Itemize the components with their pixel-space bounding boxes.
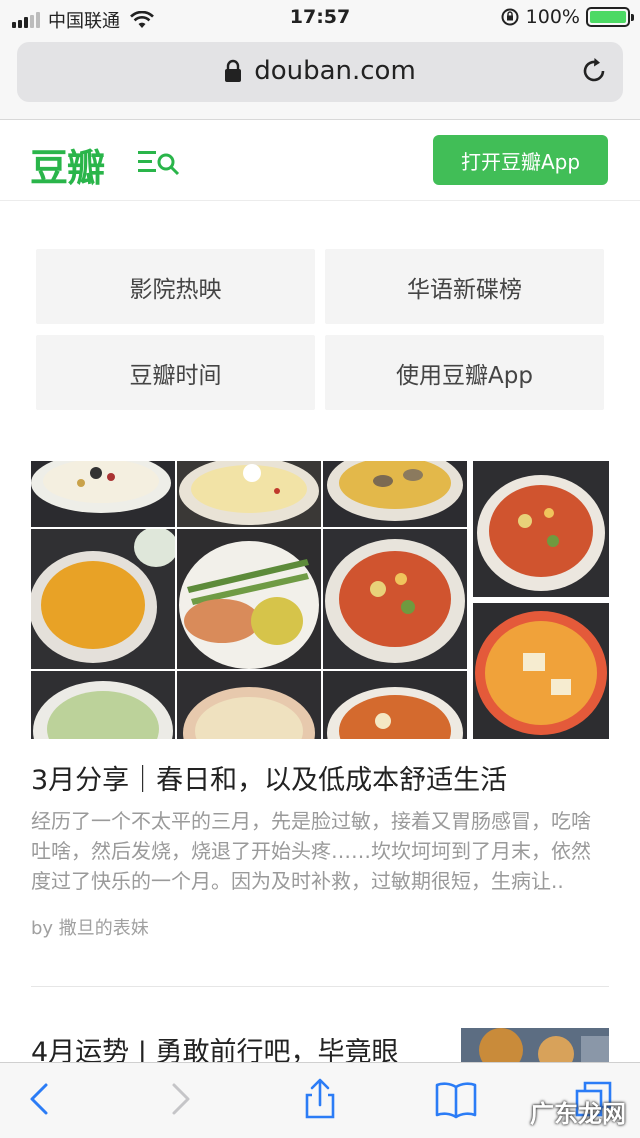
reload-icon[interactable] (579, 56, 609, 86)
battery-icon (586, 7, 634, 27)
url-text: douban.com (254, 56, 416, 86)
share-icon[interactable] (298, 1077, 342, 1121)
nav-item-cinema[interactable]: 影院热映 (36, 249, 315, 324)
quick-nav: 影院热映 华语新碟榜 豆瓣时间 使用豆瓣App (36, 249, 606, 411)
food-photo (177, 461, 321, 527)
food-photo (31, 671, 175, 739)
food-photo (323, 529, 467, 669)
site-watermark: 广东龙网 (530, 1100, 626, 1128)
nav-item-douban-time[interactable]: 豆瓣时间 (36, 335, 315, 410)
food-photo (177, 529, 321, 669)
menu-search-icon[interactable] (136, 147, 182, 177)
food-photo (31, 529, 175, 669)
forward-arrow-icon[interactable] (158, 1077, 202, 1121)
nav-item-use-app[interactable]: 使用豆瓣App (325, 335, 604, 410)
food-photo (323, 461, 467, 527)
article-cover-image[interactable] (31, 461, 609, 739)
bookmarks-icon[interactable] (434, 1077, 478, 1121)
battery-percent: 100% (525, 6, 580, 28)
status-right: 100% (500, 6, 634, 28)
browser-chrome: 中国联通 17:57 100% douban.com (0, 0, 640, 120)
food-photo (177, 671, 321, 739)
status-bar: 中国联通 17:57 100% (0, 0, 640, 36)
food-photo (323, 671, 467, 739)
site-header: 豆瓣 打开豆瓣App (0, 121, 640, 201)
excerpt-line: 经历了一个不太平的三月，先是脸过敏，接着又胃肠感冒，吃啥 (31, 809, 591, 833)
excerpt-line: 度过了快乐的一个月。因为及时补救，过敏期很短，生病让.. (31, 869, 564, 893)
food-photo (31, 461, 175, 527)
open-app-button[interactable]: 打开豆瓣App (433, 135, 608, 185)
excerpt-line: 吐啥，然后发烧，烧退了开始头疼……坎坎坷坷到了月末，依然 (31, 839, 591, 863)
lock-icon (225, 59, 242, 82)
back-arrow-icon[interactable] (18, 1077, 62, 1121)
article-title[interactable]: 3月分享｜春日和，以及低成本舒适生活 (31, 758, 507, 797)
address-bar[interactable]: douban.com (17, 42, 623, 102)
article-author[interactable]: by 撒旦的表妹 (31, 914, 149, 940)
food-photo (473, 461, 609, 597)
douban-logo[interactable]: 豆瓣 (30, 137, 105, 192)
rotation-lock-icon (501, 8, 519, 26)
nav-item-music-chart[interactable]: 华语新碟榜 (325, 249, 604, 324)
article-excerpt: 经历了一个不太平的三月，先是脸过敏，接着又胃肠感冒，吃啥 吐啥，然后发烧，烧退了… (31, 806, 611, 896)
food-photo (473, 603, 609, 739)
divider (31, 986, 609, 987)
